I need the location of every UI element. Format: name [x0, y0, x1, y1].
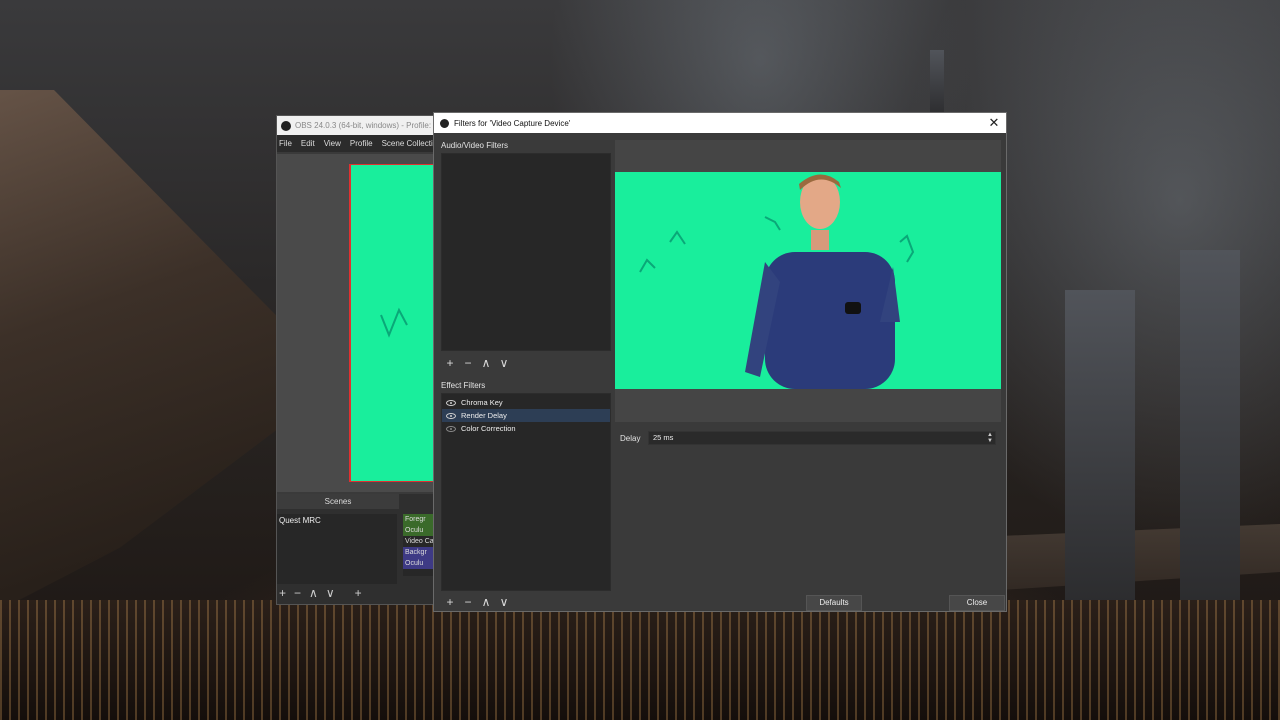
- scenes-buttons: + − ∧ ∨ +: [279, 586, 362, 600]
- add-effect-filter-button[interactable]: +: [444, 595, 456, 609]
- menu-file[interactable]: File: [279, 139, 292, 148]
- filter-item-render-delay[interactable]: Render Delay: [442, 409, 610, 422]
- add-av-filter-button[interactable]: +: [444, 356, 456, 370]
- eye-icon[interactable]: [446, 412, 456, 419]
- source-item[interactable]: Oculu: [403, 558, 435, 569]
- move-up-button[interactable]: ∧: [309, 586, 318, 600]
- delay-spinbox[interactable]: 25 ms ▲ ▼: [648, 431, 996, 445]
- av-filters-label: Audio/Video Filters: [441, 141, 508, 150]
- scenes-list: Quest MRC: [277, 514, 397, 584]
- av-filters-list[interactable]: [441, 153, 611, 351]
- delay-label: Delay: [620, 433, 641, 443]
- menu-profile[interactable]: Profile: [350, 139, 373, 148]
- menu-view[interactable]: View: [324, 139, 341, 148]
- effect-filter-buttons: + − ∧ ∨: [444, 595, 510, 609]
- obs-window-title: OBS 24.0.3 (64-bit, windows) - Profile: …: [295, 121, 435, 130]
- scene-item[interactable]: Quest MRC: [277, 514, 397, 527]
- presenter-figure: [745, 174, 900, 389]
- filter-item-chroma-key[interactable]: Chroma Key: [442, 396, 610, 409]
- obs-preview-canvas[interactable]: [349, 164, 435, 482]
- add-source-button[interactable]: +: [355, 586, 362, 600]
- background-tower: [1180, 250, 1240, 620]
- source-item[interactable]: Backgr: [403, 547, 435, 558]
- source-item[interactable]: Foregr: [403, 514, 435, 525]
- obs-menu-bar: File Edit View Profile Scene Collecti: [277, 135, 435, 152]
- move-av-filter-down-button[interactable]: ∨: [498, 356, 510, 370]
- menu-edit[interactable]: Edit: [301, 139, 315, 148]
- obs-logo-icon: [440, 118, 449, 128]
- filter-item-color-correction[interactable]: Color Correction: [442, 422, 610, 435]
- delay-value: 25 ms: [653, 433, 674, 442]
- filter-label: Color Correction: [461, 424, 516, 433]
- move-effect-filter-up-button[interactable]: ∧: [480, 595, 492, 609]
- eye-hidden-icon[interactable]: [446, 425, 456, 432]
- close-button[interactable]: Close: [949, 595, 1005, 611]
- move-effect-filter-down-button[interactable]: ∨: [498, 595, 510, 609]
- dialog-title-bar: Filters for 'Video Capture Device' ✕: [434, 113, 1006, 133]
- background-city: [0, 600, 1280, 720]
- close-icon[interactable]: ✕: [986, 115, 1002, 131]
- remove-av-filter-button[interactable]: −: [462, 356, 474, 370]
- background-spire: [930, 50, 944, 120]
- video-preview: [615, 172, 1001, 389]
- defaults-button[interactable]: Defaults: [806, 595, 862, 611]
- add-scene-button[interactable]: +: [279, 586, 286, 600]
- obs-preview-area: [277, 154, 435, 492]
- dialog-title: Filters for 'Video Capture Device': [454, 118, 571, 128]
- eye-icon[interactable]: [446, 399, 456, 406]
- background-bridge-left: [0, 90, 300, 610]
- scenes-header: Scenes: [277, 494, 399, 509]
- sources-list: Foregr Oculu Video Ca Backgr Oculu: [403, 514, 435, 576]
- obs-title-bar: OBS 24.0.3 (64-bit, windows) - Profile: …: [277, 116, 435, 135]
- obs-logo-icon: [281, 120, 291, 131]
- source-item[interactable]: Oculu: [403, 525, 435, 536]
- background-tower: [1065, 290, 1135, 620]
- video-frame-graphic: [639, 174, 915, 389]
- obs-dock: Scenes Quest MRC Foregr Oculu Video Ca B…: [277, 494, 435, 604]
- av-filter-buttons: + − ∧ ∨: [444, 356, 510, 370]
- filter-label: Render Delay: [461, 411, 507, 420]
- move-av-filter-up-button[interactable]: ∧: [480, 356, 492, 370]
- filter-preview-area: [615, 140, 1001, 422]
- effect-filters-label: Effect Filters: [441, 381, 486, 390]
- scribble-graphic: [380, 307, 408, 338]
- obs-main-window: OBS 24.0.3 (64-bit, windows) - Profile: …: [276, 115, 436, 605]
- remove-effect-filter-button[interactable]: −: [462, 595, 474, 609]
- filter-label: Chroma Key: [461, 398, 503, 407]
- effect-filters-list: Chroma Key Render Delay Color Correction: [441, 393, 611, 591]
- menu-scene-collection[interactable]: Scene Collecti: [382, 139, 433, 148]
- filters-dialog: Filters for 'Video Capture Device' ✕ Aud…: [433, 112, 1007, 612]
- move-down-button[interactable]: ∨: [326, 586, 335, 600]
- source-item[interactable]: Video Ca: [403, 536, 435, 547]
- delay-property-row: Delay 25 ms ▲ ▼: [620, 431, 996, 445]
- remove-scene-button[interactable]: −: [294, 586, 301, 600]
- spin-arrows-icon[interactable]: ▲ ▼: [987, 432, 993, 444]
